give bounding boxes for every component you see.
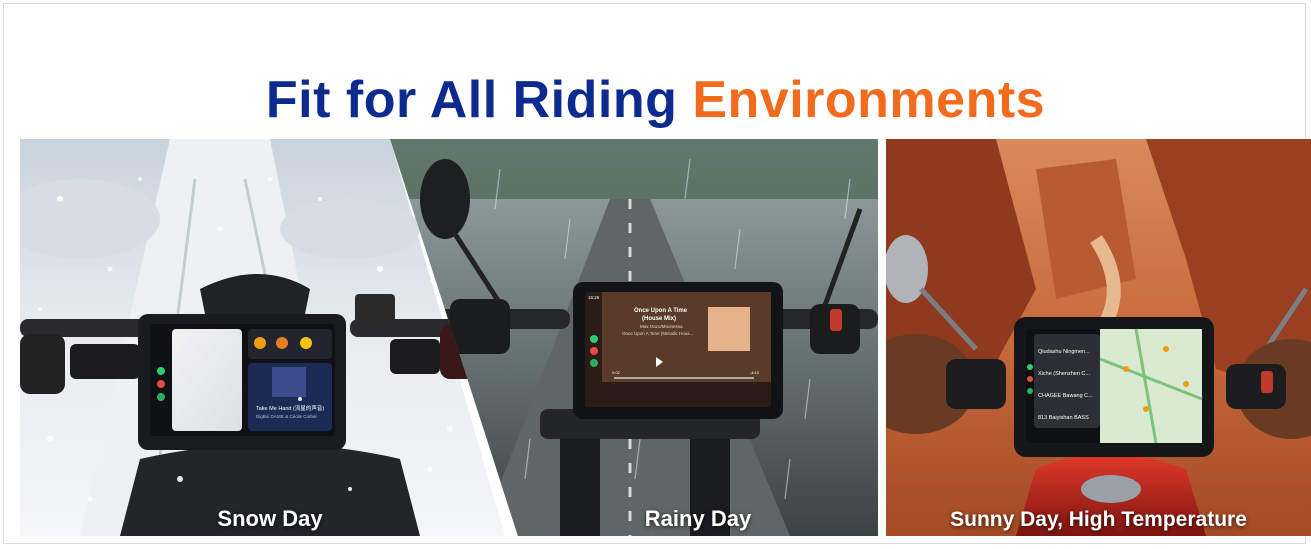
environment-panels: Take Me Hand (流星的声音) DigBoi DAISE & Céci… [20, 139, 1311, 536]
snow-screen-artist: DigBoi DAISE & Cécile Corbel [256, 414, 317, 419]
rain-screen-artist: Max Oazo/Moonessa [640, 324, 683, 329]
sunny-list-item-2: Xiche (Shenzhen C... [1038, 371, 1090, 377]
rain-screen-time: 16:26 [588, 295, 600, 300]
caption-snow-day: Snow Day [217, 506, 323, 531]
rain-screen-album: Once Upon A Time (Melodic Hous... [622, 331, 693, 336]
sunny-list-item-3: CHAGEE Bawang C... [1038, 393, 1093, 399]
headline-part2: Environments [692, 71, 1046, 129]
panel-sunny-day: Qiudashu Ningmen... Xiche (Shenzhen C...… [886, 139, 1311, 536]
headline-part1: Fit for All Riding [265, 71, 678, 129]
rain-screen-elapsed: 0:02 [612, 370, 621, 375]
sunny-list-item-1: Qiudashu Ningmen... [1038, 349, 1090, 355]
caption-sunny-day: Sunny Day, High Temperature [950, 508, 1247, 531]
rain-screen-remaining: -4:10 [750, 370, 760, 375]
headline: Fit for All Riding Environments [0, 70, 1311, 130]
desert-scene-image: Qiudashu Ningmen... Xiche (Shenzhen C...… [886, 139, 1311, 536]
rain-screen-title-2: (House Mix) [642, 316, 676, 322]
rain-screen-title-1: Once Upon A Time [634, 308, 688, 314]
caption-rainy-day: Rainy Day [644, 506, 752, 531]
sunny-list-item-4: 813 Baiyishan BASS [1038, 415, 1089, 421]
snow-screen-track: Take Me Hand (流星的声音) [256, 404, 324, 412]
